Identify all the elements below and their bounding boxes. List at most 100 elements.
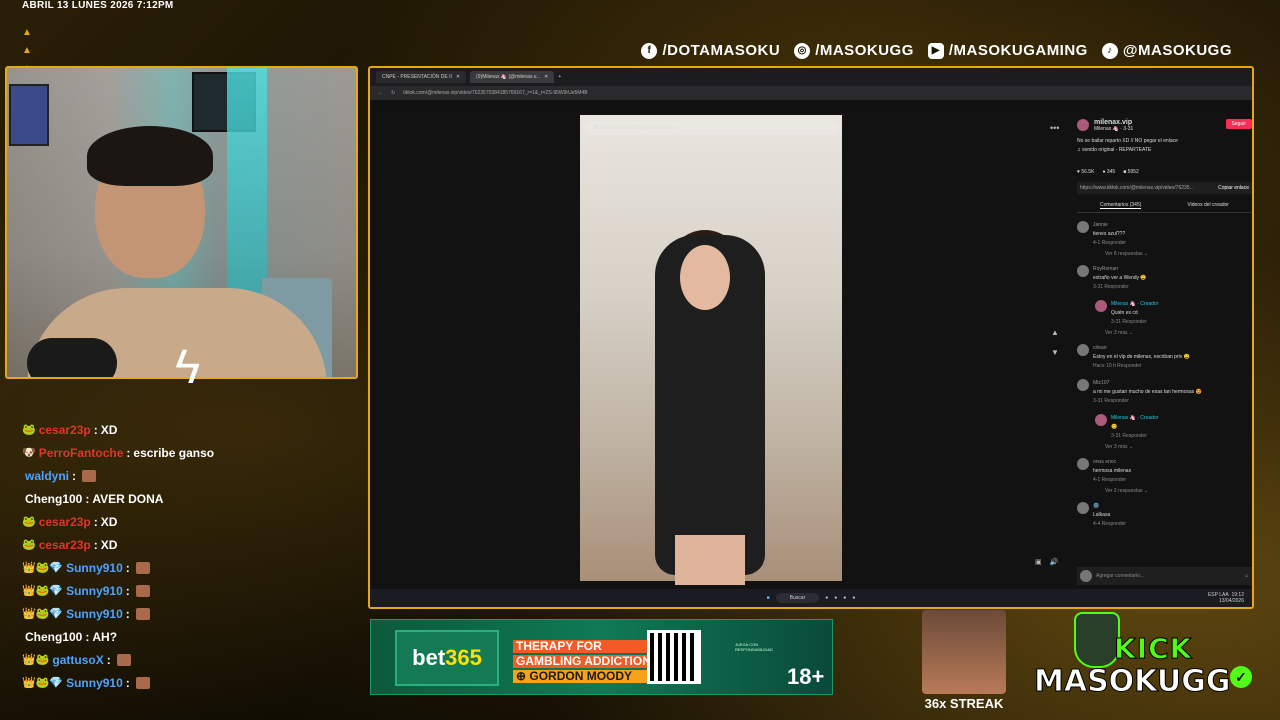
- new-tab-icon[interactable]: +: [558, 74, 561, 80]
- tab-cnpe[interactable]: CNPE - PRESENTACIÓN DE II ✕: [376, 71, 467, 83]
- view-replies-link[interactable]: Ver 3 más ⌄: [1077, 444, 1252, 450]
- copy-link-button[interactable]: Copiar enlace: [1218, 185, 1249, 191]
- reply-user[interactable]: Milenax 🦄 · Creador: [1111, 414, 1158, 423]
- comment-list: Jannie tienes azul??? 4-1 Responder Ver 8 r…: [1077, 221, 1252, 529]
- avatar[interactable]: [1077, 344, 1089, 356]
- follow-button[interactable]: Seguir: [1225, 119, 1252, 129]
- taskbar-app-icon[interactable]: ●: [834, 595, 837, 601]
- comment-item: Jannie tienes azul??? 4-1 Responder: [1077, 221, 1252, 248]
- chat-username[interactable]: waldyni: [25, 469, 69, 483]
- share-link[interactable]: https://www.tiktok.com/@milenax.vip/vide…: [1080, 185, 1194, 191]
- video-player[interactable]: [580, 115, 842, 585]
- comment-meta[interactable]: 3-31 Responder: [1093, 283, 1147, 292]
- avatar[interactable]: [1077, 119, 1089, 131]
- chevron-down-icon[interactable]: ▼: [1048, 343, 1062, 363]
- volume-icon[interactable]: 🔊: [1050, 558, 1059, 566]
- reply-meta[interactable]: 3-31 Responder: [1111, 318, 1158, 327]
- tab-creator-videos[interactable]: Videos del creador: [1187, 202, 1229, 209]
- creator-handle[interactable]: milenax.vip: [1094, 119, 1133, 126]
- kick-logo: KICK: [1113, 632, 1193, 666]
- comment-user[interactable]: crlean: [1093, 344, 1190, 353]
- channel-brand: KICK MASOKUGG ✓: [1034, 612, 1254, 712]
- comment-meta[interactable]: 4-1 Responder: [1093, 476, 1131, 485]
- chat-username[interactable]: Cheng100: [25, 630, 82, 644]
- close-icon[interactable]: ✕: [544, 74, 548, 80]
- chat-message: Cheng100: AVER DONA: [25, 491, 164, 506]
- comment-user[interactable]: onus enoc: [1093, 458, 1131, 467]
- taskbar-search[interactable]: Buscar: [775, 593, 820, 603]
- close-icon[interactable]: ✕: [456, 74, 460, 80]
- chat-username[interactable]: cesar23p: [39, 538, 91, 552]
- reply-text: 😊: [1111, 424, 1118, 430]
- comment-count[interactable]: ● 345: [1102, 169, 1115, 175]
- back-icon[interactable]: ←: [378, 90, 383, 96]
- avatar[interactable]: [1077, 221, 1089, 233]
- related-search-input[interactable]: Buscar contenido relacionado: [584, 121, 840, 135]
- reply-meta[interactable]: 3-31 Responder: [1111, 432, 1158, 441]
- lightning-logo-icon: ϟ: [175, 341, 201, 394]
- social-instagram: ◎ /MASOKUGG: [794, 42, 914, 59]
- avatar[interactable]: [1077, 379, 1089, 391]
- chat-username[interactable]: cesar23p: [39, 515, 91, 529]
- comment-meta[interactable]: 3-31 Responder: [1093, 397, 1202, 406]
- comment-reply: Milenax 🦄 · Creador Quién es cd 3-31 Respo…: [1077, 300, 1252, 327]
- chat-username[interactable]: Cheng100: [25, 492, 82, 506]
- comment-user[interactable]: RoyRoman: [1093, 265, 1147, 274]
- reply-user[interactable]: Milenax 🦄 · Creador: [1111, 300, 1158, 309]
- comment-user[interactable]: 🌚: [1093, 502, 1126, 511]
- avatar[interactable]: [1077, 502, 1089, 514]
- avatar[interactable]: [1095, 300, 1107, 312]
- chat-message: 🐸 cesar23p: XD: [22, 514, 118, 529]
- pip-icon[interactable]: ▣: [1035, 558, 1042, 566]
- comment-user[interactable]: Mtz107: [1093, 379, 1202, 388]
- comment-meta[interactable]: Hace 10 h Responder: [1093, 362, 1190, 371]
- emoji-icon[interactable]: ☺: [1244, 573, 1249, 579]
- chat-username[interactable]: Sunny910: [66, 676, 123, 690]
- chevron-up-icon[interactable]: ▲: [1048, 323, 1062, 343]
- chat-badges: 🐸: [22, 424, 36, 436]
- chat-username[interactable]: gattusoX: [52, 653, 103, 667]
- microphone: [27, 338, 117, 377]
- tab-tiktok[interactable]: (9)Milenax 🦄 (@milenax.v... ✕: [470, 71, 555, 83]
- view-replies-link[interactable]: Ver 3 más ⌄: [1077, 330, 1252, 336]
- chat-text: AH?: [92, 629, 118, 644]
- comment-item: 🌚 Lalkasa 4-4 Responder: [1077, 502, 1252, 529]
- like-count[interactable]: ♥ 56.5K: [1077, 169, 1094, 175]
- windows-start-icon[interactable]: ■: [767, 595, 770, 601]
- comment-input[interactable]: Agregar comentario... ☺: [1077, 567, 1252, 585]
- sponsor-banner[interactable]: bet 365 THERAPY FOR GAMBLING ADDICTION ⊕ …: [370, 619, 833, 695]
- chat-username[interactable]: Sunny910: [66, 607, 123, 621]
- taskbar-app-icon[interactable]: ●: [825, 595, 828, 601]
- reload-icon[interactable]: ↻: [391, 90, 395, 96]
- tab-comments[interactable]: Comentarios (345): [1099, 202, 1142, 209]
- chat-username[interactable]: Sunny910: [66, 584, 123, 598]
- reply-text: Quién es cd: [1111, 310, 1138, 316]
- chat-username[interactable]: PerroFantoche: [39, 446, 124, 460]
- taskbar-app-icon[interactable]: ●: [843, 595, 846, 601]
- social-facebook: f /DOTAMASOKU: [641, 42, 780, 59]
- view-replies-link[interactable]: Ver 2 respuestas ⌄: [1077, 488, 1252, 494]
- sound-label[interactable]: ♫ sonido original - REPARTEATE: [1077, 147, 1252, 153]
- view-replies-link[interactable]: Ver 8 respuestas ⌄: [1077, 251, 1252, 257]
- avatar[interactable]: [1077, 458, 1089, 470]
- bet365-logo: bet 365: [395, 630, 499, 686]
- emote-icon: [135, 607, 150, 620]
- responsible-gaming-text: JUEGA CON RESPONSABILIDAD: [735, 642, 773, 652]
- chat-message: 👑🐸💎 Sunny910:: [22, 556, 362, 579]
- chat-username[interactable]: cesar23p: [39, 423, 91, 437]
- chat-badges: 🐸: [22, 516, 36, 528]
- comment-user[interactable]: Jannie: [1093, 221, 1126, 230]
- comment-meta[interactable]: 4-4 Responder: [1093, 520, 1126, 529]
- taskbar-app-icon[interactable]: ●: [852, 595, 855, 601]
- emote-icon: [135, 561, 150, 574]
- save-count[interactable]: ■ 5952: [1123, 169, 1139, 175]
- url-text[interactable]: tiktok.com/@milenax.vip/video/7623570384…: [403, 90, 587, 96]
- comment-meta[interactable]: 4-1 Responder: [1093, 239, 1126, 248]
- chat-username[interactable]: Sunny910: [66, 561, 123, 575]
- avatar[interactable]: [1095, 414, 1107, 426]
- comment-item: crlean Estoy en el vip de milenax, escrib…: [1077, 344, 1252, 371]
- address-bar[interactable]: ← ↻ tiktok.com/@milenax.vip/video/762357…: [370, 86, 1252, 100]
- avatar[interactable]: [1077, 265, 1089, 277]
- streamer-hair: [87, 126, 213, 186]
- more-options-icon[interactable]: •••: [1050, 123, 1059, 133]
